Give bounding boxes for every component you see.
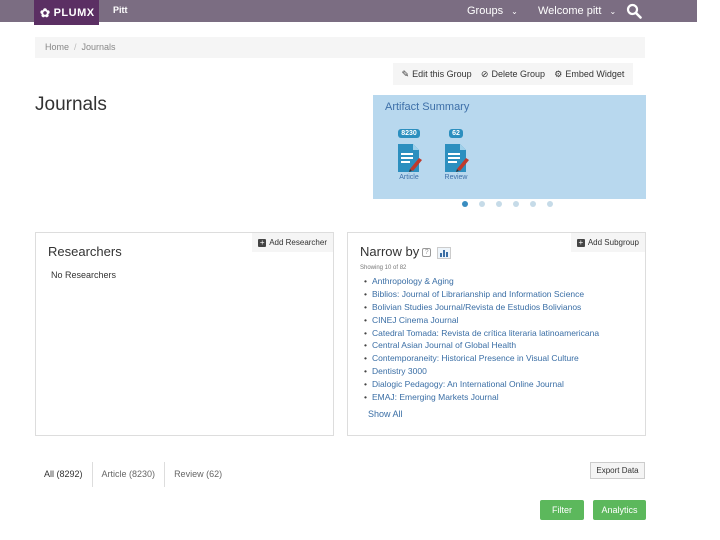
journal-link[interactable]: Contemporaneity: Historical Presence in … bbox=[372, 353, 579, 363]
groups-label: Groups bbox=[467, 5, 504, 17]
carousel-dot[interactable] bbox=[513, 201, 519, 207]
edit-group-label: Edit this Group bbox=[412, 68, 472, 79]
list-item[interactable]: • EMAJ: Emerging Markets Journal bbox=[364, 391, 599, 404]
bullet-icon: • bbox=[364, 366, 367, 377]
bullet-icon: • bbox=[364, 314, 367, 325]
embed-widget-label: Embed Widget bbox=[565, 68, 625, 79]
journal-link[interactable]: Dialogic Pedagogy: An International Onli… bbox=[372, 379, 564, 389]
edit-icon: ✎ bbox=[401, 68, 410, 79]
artifact-type-tabs: All (8292) Article (8230) Review (62) bbox=[35, 462, 231, 487]
review-label: Review bbox=[444, 174, 468, 181]
journal-link[interactable]: Dentistry 3000 bbox=[372, 366, 427, 376]
add-subgroup-label: Add Subgroup bbox=[587, 238, 639, 247]
tab-review[interactable]: Review (62) bbox=[165, 462, 231, 487]
help-icon[interactable]: ? bbox=[422, 248, 432, 258]
researchers-empty-text: No Researchers bbox=[51, 270, 117, 280]
user-menu[interactable]: Welcome pitt ⌄ bbox=[538, 5, 616, 17]
carousel-dot[interactable] bbox=[496, 201, 502, 207]
artifact-summary-panel: Artifact Summary 8230 Article 62 Review bbox=[373, 95, 646, 199]
list-item[interactable]: • Bolivian Studies Journal/Revista de Est… bbox=[364, 301, 599, 314]
journal-link[interactable]: EMAJ: Emerging Markets Journal bbox=[372, 392, 499, 402]
bullet-icon: • bbox=[364, 353, 367, 364]
journal-link[interactable]: Central Asian Journal of Global Health bbox=[372, 340, 516, 350]
add-subgroup-button[interactable]: + Add Subgroup bbox=[570, 233, 645, 252]
delete-group-link[interactable]: ⊘ Delete Group bbox=[481, 69, 545, 80]
ban-icon: ⊘ bbox=[480, 68, 489, 79]
journal-link[interactable]: Biblios: Journal of Librarianship and In… bbox=[372, 289, 584, 299]
tab-all[interactable]: All (8292) bbox=[35, 462, 93, 487]
narrow-by-title: Narrow by? bbox=[360, 244, 452, 259]
narrow-by-panel: + Add Subgroup Narrow by? Showing 10 of … bbox=[347, 232, 646, 436]
carousel-indicators bbox=[462, 201, 553, 207]
bullet-icon: • bbox=[364, 340, 367, 351]
breadcrumb: Home / Journals bbox=[35, 37, 645, 58]
tab-article[interactable]: Article (8230) bbox=[93, 462, 166, 487]
carousel-dot[interactable] bbox=[479, 201, 485, 207]
plumx-logo[interactable]: ✿ PLUMX bbox=[34, 0, 99, 25]
analytics-button[interactable]: Analytics bbox=[593, 500, 646, 520]
document-icon bbox=[398, 144, 422, 172]
plum-icon: ✿ bbox=[40, 5, 51, 20]
list-item[interactable]: • Biblios: Journal of Librarianship and I… bbox=[364, 288, 599, 301]
journal-link[interactable]: Bolivian Studies Journal/Revista de Estu… bbox=[372, 302, 581, 312]
search-icon[interactable] bbox=[626, 3, 642, 19]
bullet-icon: • bbox=[364, 379, 367, 390]
journal-link[interactable]: CINEJ Cinema Journal bbox=[372, 315, 458, 325]
list-item[interactable]: • Central Asian Journal of Global Health bbox=[364, 339, 599, 352]
artifact-article[interactable]: 8230 Article bbox=[394, 122, 424, 181]
top-navbar: ✿ PLUMX Pitt Groups ⌄ Welcome pitt ⌄ bbox=[0, 0, 697, 25]
bullet-icon: • bbox=[364, 301, 367, 312]
journal-link[interactable]: Catedral Tomada: Revista de crítica lite… bbox=[372, 328, 599, 338]
document-icon bbox=[445, 144, 469, 172]
delete-group-label: Delete Group bbox=[491, 68, 545, 79]
carousel-dot[interactable] bbox=[547, 201, 553, 207]
add-researcher-button[interactable]: + Add Researcher bbox=[252, 233, 333, 252]
list-item[interactable]: • Anthropology & Aging bbox=[364, 275, 599, 288]
artifact-summary-title: Artifact Summary bbox=[385, 101, 470, 113]
article-count-badge: 8230 bbox=[398, 129, 420, 138]
chevron-down-icon: ⌄ bbox=[511, 7, 518, 16]
logo-text: PLUMX bbox=[53, 6, 95, 19]
review-count-badge: 62 bbox=[449, 129, 463, 138]
bullet-icon: • bbox=[364, 392, 367, 403]
edit-group-link[interactable]: ✎ Edit this Group bbox=[402, 69, 472, 80]
list-item[interactable]: • Dentistry 3000 bbox=[364, 365, 599, 378]
bullet-icon: • bbox=[364, 327, 367, 338]
plus-icon: + bbox=[258, 237, 267, 247]
filter-button[interactable]: Filter bbox=[540, 500, 584, 520]
breadcrumb-home[interactable]: Home bbox=[45, 42, 69, 52]
bullet-icon: • bbox=[364, 288, 367, 299]
bar-chart-icon[interactable] bbox=[437, 246, 452, 259]
showing-count: Showing 10 of 82 bbox=[360, 265, 407, 271]
artifact-review[interactable]: 62 Review bbox=[441, 122, 471, 181]
add-researcher-label: Add Researcher bbox=[269, 238, 327, 247]
breadcrumb-current: Journals bbox=[81, 42, 116, 52]
researchers-panel: + Add Researcher Researchers No Research… bbox=[35, 232, 334, 436]
org-name[interactable]: Pitt bbox=[113, 5, 128, 15]
bullet-icon: • bbox=[364, 276, 367, 286]
narrow-by-label: Narrow by bbox=[360, 244, 420, 259]
list-item[interactable]: • CINEJ Cinema Journal bbox=[364, 314, 599, 327]
export-data-button[interactable]: Export Data bbox=[590, 462, 645, 479]
journal-list: • Anthropology & Aging • Biblios: Journal … bbox=[364, 275, 599, 404]
chevron-down-icon: ⌄ bbox=[609, 7, 617, 16]
list-item[interactable]: • Dialogic Pedagogy: An International Onl… bbox=[364, 378, 599, 391]
journal-link[interactable]: Anthropology & Aging bbox=[372, 276, 454, 286]
list-item[interactable]: • Catedral Tomada: Revista de crítica lit… bbox=[364, 327, 599, 340]
groups-menu[interactable]: Groups ⌄ bbox=[467, 5, 518, 17]
page-title: Journals bbox=[35, 94, 107, 115]
embed-widget-link[interactable]: ⚙ Embed Widget bbox=[554, 69, 624, 80]
article-label: Article bbox=[399, 174, 419, 181]
group-actions: ✎ Edit this Group ⊘ Delete Group ⚙ Embed Wi… bbox=[393, 63, 633, 85]
gear-icon: ⚙ bbox=[554, 68, 563, 79]
breadcrumb-separator: / bbox=[74, 42, 77, 52]
welcome-label: Welcome pitt bbox=[538, 5, 602, 17]
show-all-link[interactable]: Show All bbox=[368, 409, 403, 419]
carousel-dot[interactable] bbox=[530, 201, 536, 207]
list-item[interactable]: • Contemporaneity: Historical Presence in… bbox=[364, 352, 599, 365]
researchers-title: Researchers bbox=[48, 244, 122, 259]
carousel-dot[interactable] bbox=[462, 201, 468, 207]
plus-icon: + bbox=[576, 237, 585, 247]
